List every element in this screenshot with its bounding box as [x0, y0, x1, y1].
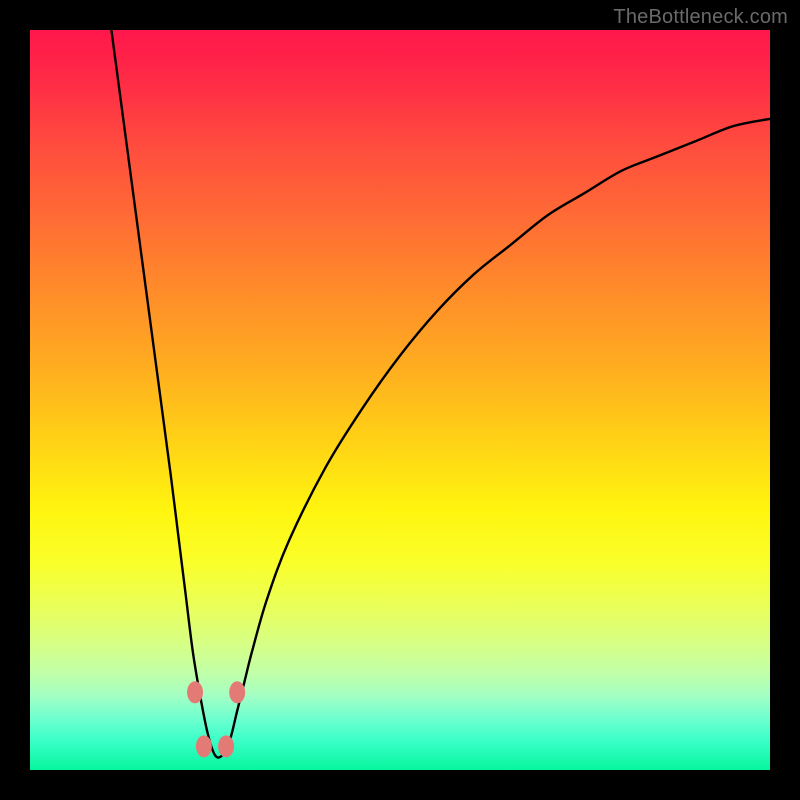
curve-markers: [187, 681, 245, 757]
curve-marker: [218, 735, 234, 757]
curve-marker: [196, 735, 212, 757]
bottleneck-curve: [111, 30, 770, 758]
curve-layer: [30, 30, 770, 770]
watermark-text: TheBottleneck.com: [613, 6, 788, 29]
curve-marker: [187, 681, 203, 703]
curve-marker: [229, 681, 245, 703]
